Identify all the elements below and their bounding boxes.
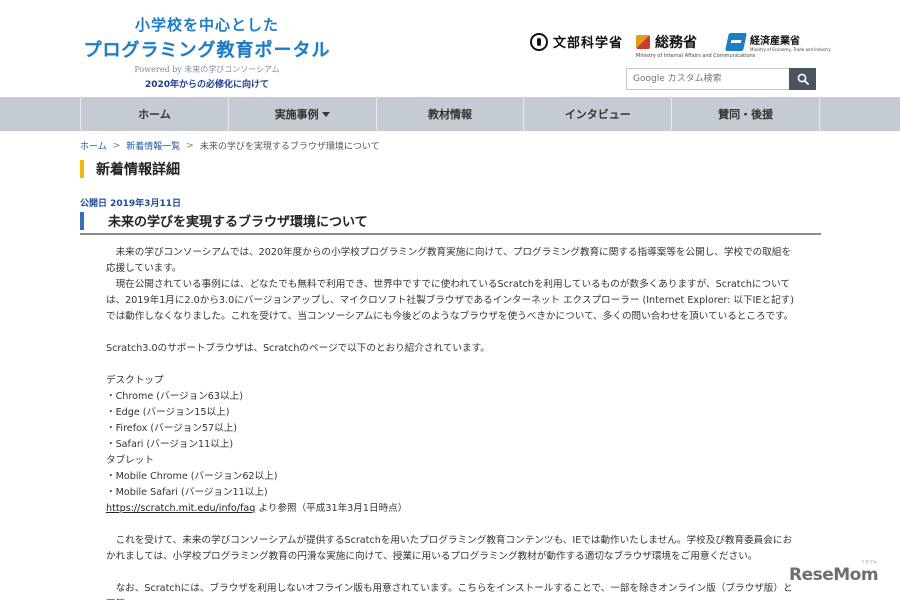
section-accent-bar: [80, 160, 84, 178]
mic-label: 総務省: [655, 35, 697, 51]
breadcrumb-separator: >: [186, 140, 194, 151]
logo-powered-by: Powered by 未来の学びコンソーシアム: [134, 65, 280, 74]
logo-line2: プログラミング教育ポータル: [83, 40, 331, 61]
breadcrumb-home-link[interactable]: ホーム: [80, 139, 107, 152]
nav-item-interview[interactable]: インタビュー: [524, 97, 673, 131]
mext-emblem-icon: [530, 32, 548, 51]
nav-item-home[interactable]: ホーム: [81, 97, 229, 131]
list-item: ・Mobile Chrome (バージョン62以上): [106, 471, 278, 482]
site-search: [626, 68, 816, 90]
breadcrumb-current: 未来の学びを実現するブラウザ環境について: [199, 142, 380, 152]
nav-label: 教材情報: [427, 108, 472, 121]
list-item: ・Mobile Safari (バージョン11以上): [106, 487, 268, 498]
list-heading-desktop: デスクトップ: [106, 375, 164, 386]
breadcrumb-separator: >: [112, 140, 121, 151]
section-heading: 新着情報詳細: [80, 160, 180, 178]
resemom-watermark: ReseMom リセマム: [789, 559, 879, 585]
list-item: ・Edge (バージョン15以上): [106, 407, 230, 418]
mic-emblem-icon: [636, 35, 650, 49]
paragraph: これを受けて、未来の学びコンソーシアムが提供するScratchを用いたプログラミ…: [106, 535, 793, 562]
paragraph: 未来の学びコンソーシアムでは、2020年度からの小学校プログラミング教育実施に向…: [106, 247, 792, 274]
nav-item-materials[interactable]: 教材情報: [377, 97, 525, 131]
nav-label: 賛同・後援: [718, 108, 774, 121]
scratch-faq-link[interactable]: https://scratch.mit.edu/info/faq: [106, 503, 255, 514]
list-item: ・Chrome (バージョン63以上): [106, 391, 243, 402]
paragraph: 現在公開されている事例には、どなたでも無料で利用でき、世界中ですでに使われている…: [106, 279, 795, 322]
search-icon: [797, 73, 809, 85]
mic-sublabel: Ministry of Internal Affairs and Communi…: [636, 53, 756, 59]
article-title-text: 未来の学びを実現するブラウザ環境について: [108, 215, 368, 230]
title-accent-bar: [80, 211, 84, 230]
reference-suffix: より参照（平成31年3月1日時点）: [255, 503, 408, 514]
nav-label: 実施事例: [274, 108, 319, 121]
search-button[interactable]: [789, 68, 816, 90]
article-body: 未来の学びコンソーシアムでは、2020年度からの小学校プログラミング教育実施に向…: [106, 245, 796, 600]
meti-sublabel: Ministry of Economy, Trade and Industry: [750, 47, 831, 52]
caret-down-icon: [321, 111, 330, 117]
mext-logo[interactable]: 文部科学省: [530, 32, 623, 51]
logo-line1: 小学校を中心とした: [134, 16, 279, 34]
nav-item-cases[interactable]: 実施事例: [229, 97, 377, 131]
list-item: ・Firefox (バージョン57以上): [106, 423, 238, 434]
nav-label: ホーム: [138, 108, 171, 121]
list-heading-tablet: タブレット: [106, 455, 154, 466]
breadcrumb: ホーム > 新着情報一覧 > 未来の学びを実現するブラウザ環境について: [80, 139, 380, 153]
paragraph: なお、Scratchには、ブラウザを利用しないオフライン版も用意されています。こ…: [106, 583, 793, 600]
main-nav: ホーム 実施事例 教材情報 インタビュー 賛同・後援: [0, 97, 900, 131]
meti-emblem-icon: [725, 33, 747, 51]
site-logo[interactable]: 小学校を中心とした プログラミング教育ポータル Powered by 未来の学び…: [82, 14, 332, 90]
nav-label: インタビュー: [564, 108, 631, 121]
site-header: 小学校を中心とした プログラミング教育ポータル Powered by 未来の学び…: [0, 0, 900, 97]
watermark-subtext: リセマム: [861, 559, 877, 564]
meti-label: 経済産業省: [750, 36, 800, 47]
paragraph: Scratch3.0のサポートブラウザは、Scratchのページで以下のとおり紹…: [106, 343, 490, 354]
watermark-text: ReseMom: [789, 565, 879, 585]
meti-logo[interactable]: 経済産業省 Ministry of Economy, Trade and Ind…: [725, 32, 831, 52]
search-input[interactable]: [626, 68, 789, 90]
reference-line: https://scratch.mit.edu/info/faq より参照（平成…: [106, 501, 796, 517]
breadcrumb-news-link[interactable]: 新着情報一覧: [126, 139, 180, 152]
logo-tagline: 2020年からの必修化に向けて: [144, 80, 270, 90]
section-title: 新着情報詳細: [96, 162, 180, 178]
list-item: ・Safari (バージョン11以上): [106, 439, 234, 450]
nav-item-support[interactable]: 賛同・後援: [672, 97, 820, 131]
mext-label: 文部科学省: [553, 36, 624, 51]
article-title: 未来の学びを実現するブラウザ環境について: [80, 208, 821, 235]
